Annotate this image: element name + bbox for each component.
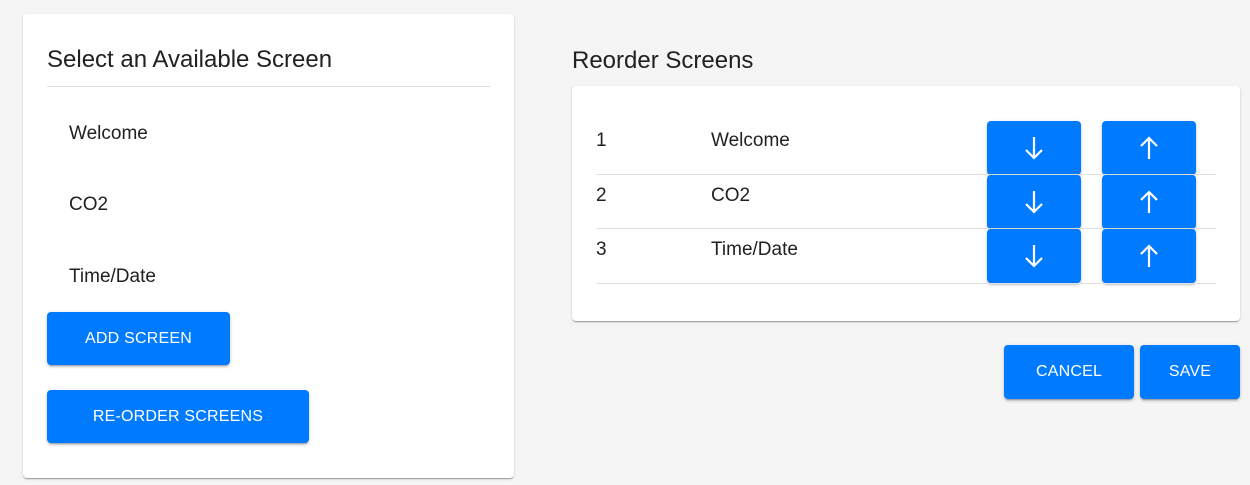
row-screen-name: CO2 bbox=[711, 185, 751, 206]
reorder-screens-button[interactable]: RE-ORDER SCREENS bbox=[47, 390, 309, 443]
reorder-row: 2 CO2 bbox=[596, 175, 1216, 229]
add-screen-button[interactable]: ADD SCREEN bbox=[47, 312, 230, 365]
row-number: 1 bbox=[596, 130, 607, 151]
row-number: 2 bbox=[596, 185, 607, 206]
move-down-button[interactable] bbox=[987, 229, 1081, 283]
arrow-up-icon bbox=[1140, 136, 1158, 159]
save-button[interactable]: SAVE bbox=[1140, 345, 1240, 399]
reorder-screens-title: Reorder Screens bbox=[572, 47, 754, 74]
available-screen-item-welcome[interactable]: Welcome bbox=[69, 123, 148, 145]
arrow-down-icon bbox=[1025, 137, 1043, 160]
reorder-row: 1 Welcome bbox=[596, 121, 1216, 175]
reorder-row: 3 Time/Date bbox=[596, 229, 1216, 284]
arrow-up-icon bbox=[1140, 190, 1158, 213]
title-divider bbox=[47, 86, 490, 87]
row-screen-name: Welcome bbox=[711, 130, 790, 151]
row-number: 3 bbox=[596, 239, 607, 260]
available-screen-item-co2[interactable]: CO2 bbox=[69, 194, 108, 216]
cancel-button[interactable]: CANCEL bbox=[1004, 345, 1134, 399]
available-screens-card: Select an Available Screen Welcome CO2 T… bbox=[23, 14, 514, 478]
move-down-button[interactable] bbox=[987, 121, 1081, 175]
row-divider bbox=[596, 283, 1216, 284]
move-up-button[interactable] bbox=[1102, 229, 1196, 283]
available-screens-title: Select an Available Screen bbox=[47, 46, 333, 73]
row-screen-name: Time/Date bbox=[711, 239, 798, 260]
arrow-down-icon bbox=[1025, 191, 1043, 214]
move-up-button[interactable] bbox=[1102, 175, 1196, 229]
available-screen-item-time-date[interactable]: Time/Date bbox=[69, 266, 156, 288]
move-up-button[interactable] bbox=[1102, 121, 1196, 175]
reorder-list-card: 1 Welcome 2 CO2 3 Time/Date bbox=[572, 86, 1240, 321]
move-down-button[interactable] bbox=[987, 175, 1081, 229]
arrow-down-icon bbox=[1025, 245, 1043, 268]
arrow-up-icon bbox=[1140, 244, 1158, 267]
